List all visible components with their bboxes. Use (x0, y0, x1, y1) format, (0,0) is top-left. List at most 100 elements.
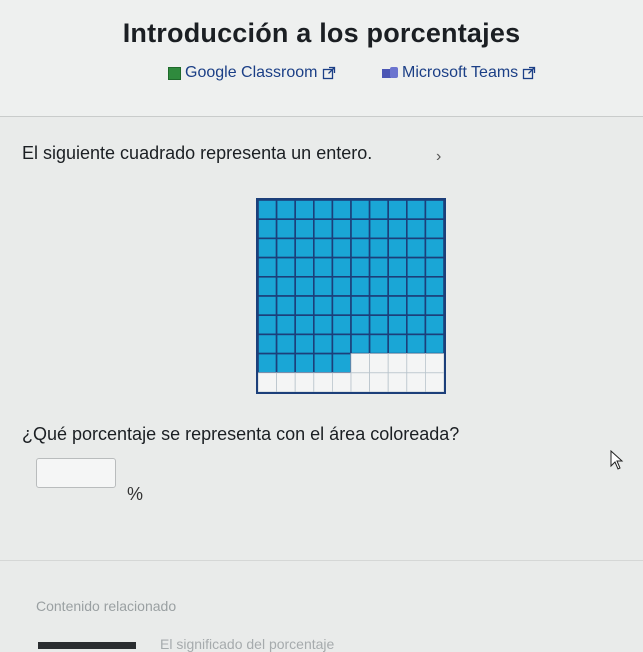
grid-cell-shaded (350, 200, 371, 221)
grid-cell-shaded (258, 295, 278, 317)
grid-cell-shaded (312, 200, 334, 221)
microsoft-teams-icon (382, 66, 398, 80)
grid-cell-shaded (368, 256, 389, 278)
grid-cell-empty (387, 353, 408, 374)
grid-cell-shaded (387, 333, 408, 355)
grid-cell-shaded (406, 256, 427, 278)
grid-cell-shaded (424, 314, 444, 336)
grid-cell-empty (406, 353, 426, 374)
grid-cell-shaded (294, 200, 315, 221)
microsoft-teams-link[interactable]: Microsoft Teams (382, 64, 536, 82)
grid-cell-shaded (275, 200, 297, 221)
grid-cell-empty (276, 372, 296, 392)
grid-cell-shaded (275, 237, 297, 259)
grid-cell-shaded (294, 295, 315, 317)
grid-cell-shaded (275, 256, 297, 278)
grid-cell-shaded (424, 333, 444, 355)
grid-cell-shaded (387, 200, 408, 221)
grid-cell-shaded (331, 295, 352, 317)
related-content-heading: Contenido relacionado (36, 598, 177, 614)
grid-cell-shaded (312, 314, 334, 336)
grid-cell-shaded (387, 295, 408, 317)
grid-cell-shaded (294, 314, 315, 336)
grid-cell-shaded (406, 200, 427, 221)
grid-cell-shaded (258, 333, 278, 355)
grid-cell-shaded (258, 218, 278, 240)
grid-cell-shaded (424, 200, 444, 221)
mouse-cursor-icon (610, 450, 624, 470)
grid-cell-shaded (331, 276, 352, 297)
grid-cell-empty (350, 372, 371, 392)
header: Introducción a los porcentajes Google Cl… (0, 0, 643, 117)
related-video-thumbnail[interactable] (38, 642, 136, 649)
grid-cell-shaded (424, 295, 444, 317)
grid-cell-shaded (275, 352, 297, 374)
grid-cell-shaded (331, 200, 352, 221)
grid-cell-shaded (368, 333, 389, 355)
grid-cell-empty (258, 372, 278, 392)
grid-cell-shaded (258, 352, 278, 374)
grid-cell-empty (424, 353, 444, 374)
divider (0, 560, 643, 561)
grid-cell-shaded (368, 276, 389, 297)
grid-cell-empty (294, 372, 315, 392)
grid-cell-shaded (294, 256, 315, 278)
grid-cell-shaded (312, 256, 334, 278)
grid-cell-shaded (387, 256, 408, 278)
related-content-link[interactable]: El significado del porcentaje (160, 636, 334, 652)
grid-cell-shaded (258, 200, 278, 221)
google-classroom-label: Google Classroom (185, 64, 318, 81)
grid-cell-shaded (294, 352, 315, 374)
grid-cell-shaded (331, 256, 352, 278)
grid-cell-shaded (331, 314, 352, 336)
grid-cell-empty (369, 353, 389, 374)
grid-cell-shaded (312, 276, 334, 297)
grid-cell-shaded (294, 333, 315, 355)
grid-cell-shaded (350, 314, 371, 336)
grid-cell-shaded (331, 352, 352, 374)
grid-cell-shaded (294, 276, 315, 297)
grid-cell-shaded (350, 218, 371, 240)
grid-cell-shaded (275, 314, 297, 336)
grid-cell-empty (406, 372, 426, 392)
grid-cell-empty (350, 353, 371, 374)
grid-cell-empty (387, 372, 408, 392)
grid-cell-shaded (368, 200, 389, 221)
page-title: Introducción a los porcentajes (122, 18, 521, 48)
grid-cell-shaded (331, 237, 352, 259)
grid-cell-empty (332, 372, 352, 392)
grid-cell-shaded (331, 218, 352, 240)
grid-cell-shaded (424, 276, 444, 297)
grid-cell-shaded (312, 237, 334, 259)
grid-cell-shaded (368, 314, 389, 336)
grid-cell-shaded (406, 218, 427, 240)
grid-cell-empty (369, 372, 389, 392)
grid-cell-shaded (258, 314, 278, 336)
grid-cell-shaded (350, 333, 371, 355)
grid-cell-shaded (275, 276, 297, 297)
grid-cell-shaded (368, 218, 389, 240)
grid-cell-shaded (387, 237, 408, 259)
grid-cell-shaded (406, 295, 427, 317)
grid-cell-shaded (368, 237, 389, 259)
grid-cell-shaded (387, 276, 408, 297)
grid-cell-shaded (275, 333, 297, 355)
hundred-grid-svg (258, 200, 444, 392)
grid-cell-shaded (368, 295, 389, 317)
grid-cell-empty (424, 372, 444, 392)
grid-cell-shaded (275, 295, 297, 317)
grid-cell-empty (313, 372, 333, 392)
grid-cell-shaded (258, 276, 278, 297)
hundred-grid (256, 198, 446, 394)
grid-cell-shaded (350, 276, 371, 297)
grid-cell-shaded (424, 237, 444, 259)
grid-cell-shaded (350, 295, 371, 317)
external-link-icon (322, 66, 335, 80)
grid-cell-shaded (258, 256, 278, 278)
exercise-prompt: El siguiente cuadrado representa un ente… (22, 143, 373, 163)
google-classroom-link[interactable]: Google Classroom (168, 64, 336, 82)
percent-unit-label: % (127, 484, 144, 504)
google-classroom-icon (168, 66, 181, 80)
answer-input[interactable] (36, 458, 116, 488)
grid-cell-shaded (294, 237, 315, 259)
